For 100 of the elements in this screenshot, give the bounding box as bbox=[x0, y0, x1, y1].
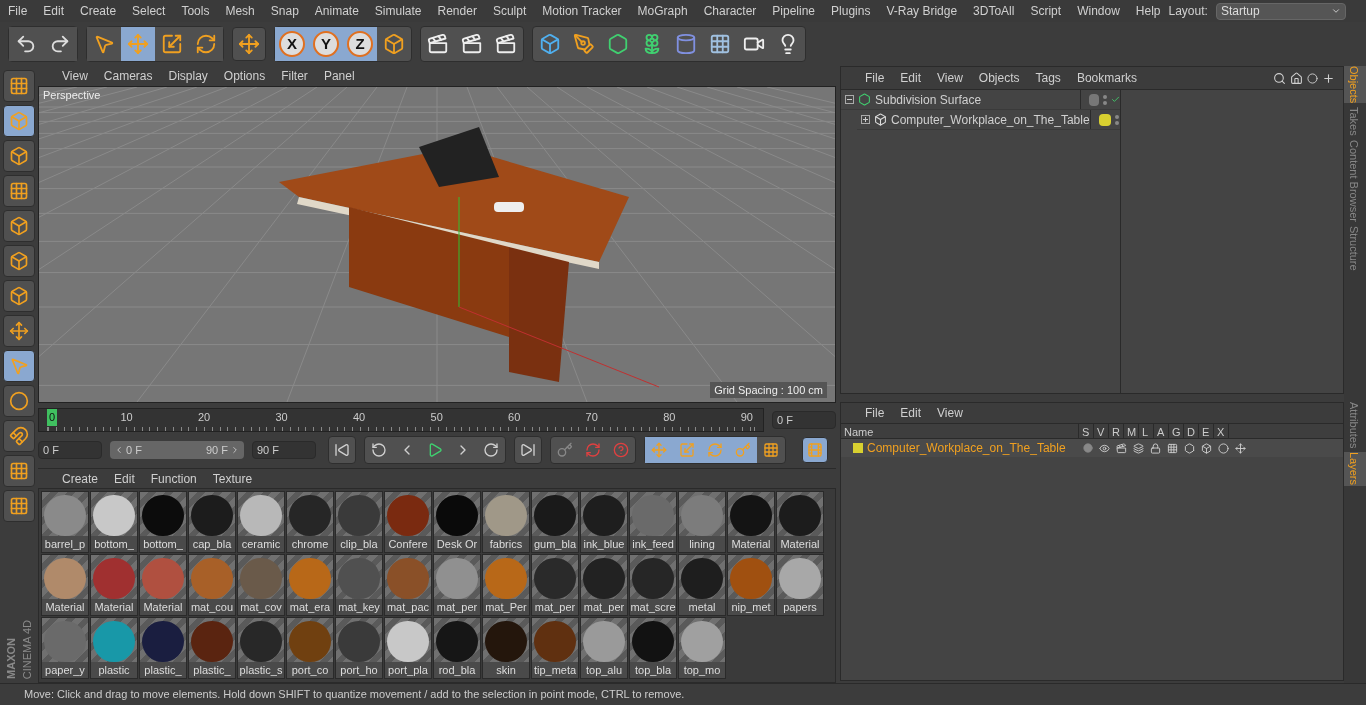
menu-item[interactable]: Bookmarks bbox=[1076, 69, 1137, 87]
menu-item[interactable]: Objects bbox=[978, 69, 1020, 87]
expand-icon[interactable] bbox=[861, 115, 870, 124]
menu-item[interactable]: Plugins bbox=[831, 2, 871, 20]
lock-icon[interactable] bbox=[1150, 442, 1161, 454]
menu-item[interactable]: File bbox=[865, 69, 885, 87]
material-tile[interactable]: plastic_s bbox=[237, 617, 285, 679]
material-tile[interactable]: cap_bla bbox=[188, 491, 236, 553]
layer-swatch[interactable] bbox=[1098, 113, 1111, 126]
mode-button[interactable] bbox=[3, 280, 35, 312]
menu-item[interactable]: Edit bbox=[43, 2, 65, 20]
column-header[interactable]: S bbox=[1079, 424, 1094, 438]
menu-item[interactable]: Motion Tracker bbox=[542, 2, 622, 20]
column-header[interactable]: L bbox=[1139, 424, 1154, 438]
menu-item[interactable]: Character bbox=[703, 2, 757, 20]
menu-item[interactable]: Create bbox=[80, 2, 117, 20]
menu-item[interactable]: Render bbox=[437, 2, 477, 20]
go-start-button[interactable] bbox=[328, 436, 356, 464]
menu-item[interactable]: Help bbox=[1135, 2, 1161, 20]
material-tile[interactable]: top_mo bbox=[678, 617, 726, 679]
menu-item[interactable]: Edit bbox=[114, 469, 135, 488]
column-header[interactable]: X bbox=[1214, 424, 1229, 438]
menu-item[interactable]: View bbox=[937, 404, 963, 422]
column-header[interactable]: A bbox=[1154, 424, 1169, 438]
material-tile[interactable]: plastic bbox=[90, 617, 138, 679]
material-tile[interactable]: bottom_ bbox=[90, 491, 138, 553]
layer-swatch[interactable] bbox=[853, 443, 863, 453]
mode-button[interactable] bbox=[3, 420, 35, 452]
menu-item[interactable]: File bbox=[8, 2, 28, 20]
material-tile[interactable]: bottom_ bbox=[139, 491, 187, 553]
menu-item[interactable]: Sculpt bbox=[492, 2, 527, 20]
menu-item[interactable]: Texture bbox=[212, 469, 253, 488]
search-icon[interactable] bbox=[1273, 71, 1286, 85]
home-icon[interactable] bbox=[1290, 71, 1303, 85]
side-tab[interactable]: Layers bbox=[1344, 452, 1366, 486]
material-tile[interactable]: port_ho bbox=[335, 617, 383, 679]
material-tile[interactable]: Material bbox=[90, 554, 138, 616]
material-tile[interactable]: plastic_ bbox=[188, 617, 236, 679]
visibility-dots-icon[interactable] bbox=[1114, 114, 1119, 125]
column-header[interactable]: G bbox=[1169, 424, 1184, 438]
material-tile[interactable]: Desk Or bbox=[433, 491, 481, 553]
column-header[interactable]: Name bbox=[841, 424, 1079, 438]
menu-item[interactable]: Mesh bbox=[225, 2, 255, 20]
frame-field[interactable]: 90 F bbox=[252, 441, 316, 459]
material-tile[interactable]: nip_met bbox=[727, 554, 775, 616]
menu-item[interactable]: MoGraph bbox=[637, 2, 688, 20]
material-tile[interactable]: mat_cou bbox=[188, 554, 236, 616]
material-tile[interactable]: rod_bla bbox=[433, 617, 481, 679]
material-tile[interactable]: top_alu bbox=[580, 617, 628, 679]
material-tile[interactable]: papers bbox=[776, 554, 824, 616]
object-name[interactable]: Computer_Workplace_on_The_Table bbox=[891, 110, 1090, 129]
axis-lock-button[interactable]: Z bbox=[343, 27, 377, 61]
material-tile[interactable]: mat_per bbox=[531, 554, 579, 616]
menu-item[interactable]: Create bbox=[62, 469, 99, 488]
material-tile[interactable]: Material bbox=[776, 491, 824, 553]
menu-item[interactable]: Snap bbox=[270, 2, 299, 20]
material-tile[interactable]: top_bla bbox=[629, 617, 677, 679]
menu-item[interactable]: Animate bbox=[314, 2, 359, 20]
material-tile[interactable]: port_pla bbox=[384, 617, 432, 679]
material-tile[interactable]: mat_Per bbox=[482, 554, 530, 616]
material-tile[interactable]: plastic_ bbox=[139, 617, 187, 679]
tool-button[interactable] bbox=[232, 27, 266, 61]
timeline-button[interactable] bbox=[802, 437, 828, 463]
material-tile[interactable]: ink_blue bbox=[580, 491, 628, 553]
new-window-icon[interactable] bbox=[1322, 71, 1335, 85]
column-header[interactable]: M bbox=[1124, 424, 1139, 438]
material-tile[interactable]: Confere bbox=[384, 491, 432, 553]
material-tile[interactable]: ink_feed bbox=[629, 491, 677, 553]
material-tile[interactable]: mat_cov bbox=[237, 554, 285, 616]
material-tile[interactable]: mat_scre bbox=[629, 554, 677, 616]
mode-button[interactable] bbox=[3, 490, 35, 522]
menu-item[interactable]: View bbox=[937, 69, 963, 87]
menu-item[interactable]: Filter bbox=[281, 67, 308, 85]
material-tile[interactable]: mat_era bbox=[286, 554, 334, 616]
mode-button[interactable] bbox=[3, 105, 35, 137]
material-tile[interactable]: paper_y bbox=[41, 617, 89, 679]
collapse-icon[interactable] bbox=[845, 95, 854, 104]
mode-button[interactable] bbox=[3, 210, 35, 242]
material-tile[interactable]: port_co bbox=[286, 617, 334, 679]
mode-button[interactable] bbox=[3, 455, 35, 487]
timeline-ruler[interactable]: 0 10 20 30 40 50 60 70 80 90 bbox=[38, 408, 764, 432]
material-tile[interactable]: gum_bla bbox=[531, 491, 579, 553]
material-tile[interactable]: clip_bla bbox=[335, 491, 383, 553]
mode-button[interactable] bbox=[3, 140, 35, 172]
menu-item[interactable]: Function bbox=[150, 469, 197, 488]
material-tile[interactable]: lining bbox=[678, 491, 726, 553]
menu-item[interactable]: Window bbox=[1077, 2, 1120, 20]
menu-item[interactable]: Edit bbox=[900, 69, 922, 87]
material-tile[interactable]: Material bbox=[727, 491, 775, 553]
column-header[interactable]: E bbox=[1199, 424, 1214, 438]
mode-button[interactable] bbox=[3, 70, 35, 102]
column-header[interactable]: R bbox=[1109, 424, 1124, 438]
material-tile[interactable]: tip_meta bbox=[531, 617, 579, 679]
menu-item[interactable]: Simulate bbox=[374, 2, 422, 20]
menu-item[interactable]: Tags bbox=[1035, 69, 1061, 87]
axis-lock-button[interactable]: X bbox=[275, 27, 309, 61]
column-header[interactable]: D bbox=[1184, 424, 1199, 438]
frame-field[interactable]: 0 F bbox=[772, 411, 836, 429]
mode-button[interactable] bbox=[3, 315, 35, 347]
material-tile[interactable]: Material bbox=[41, 554, 89, 616]
